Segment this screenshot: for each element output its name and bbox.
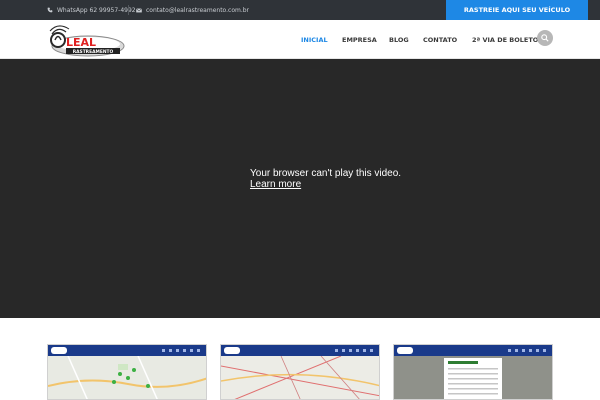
logo[interactable]: LEAL RASTREAMENTO xyxy=(46,22,126,58)
nav-boleto[interactable]: 2ª VIA DE BOLETO xyxy=(472,20,538,59)
screenshot-thumbnail-routes[interactable] xyxy=(220,344,380,400)
track-vehicle-button[interactable]: RASTREIE AQUI SEU VEÍCULO xyxy=(446,0,588,20)
video-player[interactable]: Your browser can't play this video. Lear… xyxy=(0,59,600,318)
report-image xyxy=(394,356,552,399)
search-icon xyxy=(541,29,549,47)
learn-more-link[interactable]: Learn more xyxy=(250,179,301,190)
nav-inicial[interactable]: INICIAL xyxy=(301,20,328,59)
header: LEAL RASTREAMENTO INICIAL EMPRESA BLOG C… xyxy=(0,20,600,59)
routes-map-image xyxy=(221,355,379,399)
topbar-divider xyxy=(128,5,129,15)
screenshots-section xyxy=(0,318,600,400)
screenshot-thumbnail-map[interactable] xyxy=(47,344,207,400)
video-error-message: Your browser can't play this video. xyxy=(250,168,402,179)
whatsapp-text: WhatsApp 62 99957-4992 xyxy=(57,6,136,14)
nav-blog[interactable]: BLOG xyxy=(389,20,409,59)
logo-subtext: RASTREAMENTO xyxy=(73,49,114,55)
nav-contato[interactable]: CONTATO xyxy=(423,20,457,59)
whatsapp-contact[interactable]: WhatsApp 62 99957-4992 xyxy=(47,0,136,20)
logo-text: LEAL xyxy=(66,36,96,49)
search-button[interactable] xyxy=(537,30,553,46)
envelope-icon xyxy=(136,7,142,13)
email-text: contato@lealrastreamento.com.br xyxy=(146,6,250,14)
phone-icon xyxy=(47,7,53,13)
top-bar: WhatsApp 62 99957-4992 contato@lealrastr… xyxy=(0,0,600,20)
map-image xyxy=(48,355,206,399)
nav-empresa[interactable]: EMPRESA xyxy=(342,20,377,59)
email-contact[interactable]: contato@lealrastreamento.com.br xyxy=(136,0,249,20)
screenshot-thumbnail-report[interactable] xyxy=(393,344,553,400)
